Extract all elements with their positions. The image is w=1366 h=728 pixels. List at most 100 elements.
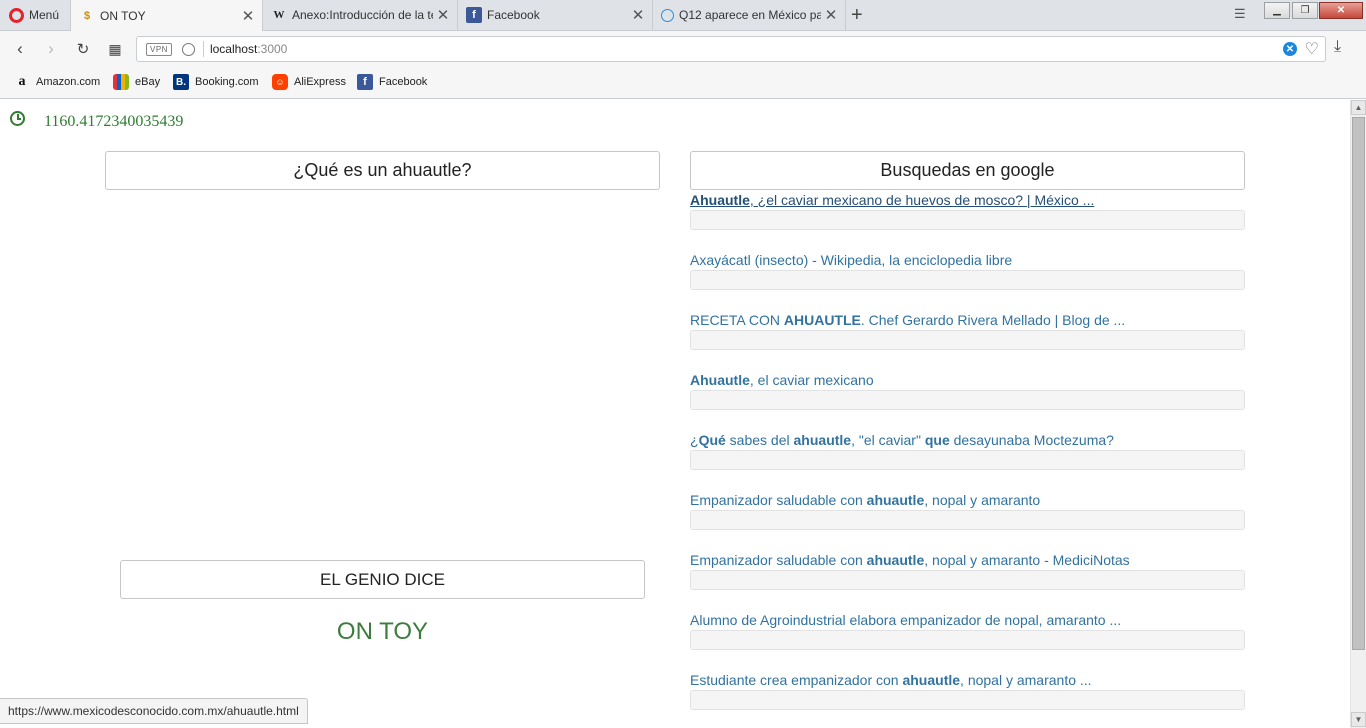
tab-title: Facebook xyxy=(487,8,540,22)
question-title-box: ¿Qué es un ahuautle? xyxy=(105,151,660,190)
menu-label: Menú xyxy=(29,8,60,22)
status-url-bar: https://www.mexicodesconocido.com.mx/ahu… xyxy=(0,698,308,724)
navigation-bar: ‹ › ↻ ▦ VPN localhost:3000 0 ✕ ♡ xyxy=(0,31,1366,67)
result-text-segment: , nopal y amaranto ... xyxy=(960,672,1092,688)
search-result-item: Ahuautle, el caviar mexicano xyxy=(690,372,1245,432)
close-window-button[interactable]: ✕ xyxy=(1319,2,1363,19)
scroll-thumb[interactable] xyxy=(1352,117,1365,650)
result-text-segment: Ahuautle xyxy=(690,372,750,388)
result-text-segment: Empanizador saludable con xyxy=(690,552,867,568)
bookmark-facebook[interactable]: f Facebook xyxy=(357,74,427,90)
search-result-link[interactable]: Ahuautle, ¿el caviar mexicano de huevos … xyxy=(690,192,1245,208)
vpn-badge[interactable]: VPN xyxy=(146,42,172,56)
minimize-button[interactable]: ▁ xyxy=(1264,2,1290,19)
question-title: ¿Qué es un ahuautle? xyxy=(293,160,472,180)
search-result-item: Empanizador saludable con ahuautle, nopa… xyxy=(690,552,1245,612)
site-info-icon[interactable] xyxy=(181,42,195,56)
bookmark-label: Booking.com xyxy=(195,76,259,88)
close-tab-icon[interactable]: ✕ xyxy=(628,6,648,24)
back-button[interactable]: ‹ xyxy=(9,38,31,60)
search-result-item: Alumno de Agroindustrial elabora empaniz… xyxy=(690,612,1245,672)
address-bar[interactable]: VPN localhost:3000 0 ✕ ♡ xyxy=(136,36,1326,62)
result-text-segment: . Chef Gerardo Rivera Mellado | Blog de … xyxy=(860,312,1126,328)
scroll-down-icon[interactable]: ▼ xyxy=(1351,712,1366,727)
search-result-link[interactable]: Ahuautle, el caviar mexicano xyxy=(690,372,1245,388)
facebook-icon: f xyxy=(357,74,373,90)
result-text-segment: , "el caviar" xyxy=(851,432,925,448)
result-text-segment: , nopal y amaranto xyxy=(924,492,1041,508)
ebay-icon xyxy=(113,74,129,90)
result-text-segment: que xyxy=(924,432,950,448)
search-result-link[interactable]: Alumno de Agroindustrial elabora empaniz… xyxy=(690,612,1245,628)
status-url: https://www.mexicodesconocido.com.mx/ahu… xyxy=(8,704,299,718)
result-text-segment: RECETA CON xyxy=(690,312,784,328)
bookmark-aliexpress[interactable]: ☺ AliExpress xyxy=(272,74,346,90)
timer: 1160.4172340035439 xyxy=(10,110,183,131)
url-separator xyxy=(202,41,204,57)
opera-menu-button[interactable]: Menú xyxy=(0,0,70,30)
money-bag-icon: $ xyxy=(83,9,91,22)
bookmark-label: eBay xyxy=(135,76,161,88)
search-result-item: Axayácatl (insecto) - Wikipedia, la enci… xyxy=(690,252,1245,312)
bookmark-label: Facebook xyxy=(379,76,428,88)
result-snippet-bar xyxy=(690,210,1245,230)
forward-button[interactable]: › xyxy=(40,38,62,60)
tab-facebook[interactable]: f Facebook ✕ xyxy=(458,0,653,30)
bookmark-booking[interactable]: B. Booking.com xyxy=(173,74,259,90)
result-text-segment: Estudiante crea empanizador con xyxy=(690,672,903,688)
search-result-item: Empanizador saludable con ahuautle, nopa… xyxy=(690,492,1245,552)
download-icon[interactable]: ⤓ xyxy=(1334,38,1341,56)
vertical-scrollbar[interactable]: ▲ ▼ xyxy=(1350,100,1366,728)
bookmark-ebay[interactable]: eBay xyxy=(113,74,160,90)
bookmarks-bar: a Amazon.com eBay B. Booking.com ☺ AliEx… xyxy=(0,67,1366,99)
result-text-segment: ahuautle xyxy=(866,552,925,568)
result-text-segment: , ¿el caviar mexicano de huevos de mosco… xyxy=(749,192,1095,208)
tab-wikipedia[interactable]: W Anexo:Introducción de la telev ✕ xyxy=(263,0,458,30)
clock-icon xyxy=(10,111,25,126)
result-text-segment: Axayácatl (insecto) - Wikipedia, la enci… xyxy=(690,252,1013,268)
url-host[interactable]: localhost xyxy=(210,42,257,56)
opera-logo-icon xyxy=(9,7,24,23)
close-tab-icon[interactable]: ✕ xyxy=(821,6,841,24)
result-text-segment: desayunaba Moctezuma? xyxy=(949,432,1114,448)
close-tab-icon[interactable]: ✕ xyxy=(238,7,258,25)
aliexpress-icon: ☺ xyxy=(272,74,288,90)
search-result-item: Estudiante crea empanizador con ahuautle… xyxy=(690,672,1245,728)
result-text-segment: , el caviar mexicano xyxy=(749,372,874,388)
new-tab-button[interactable]: + xyxy=(851,4,863,27)
result-text-segment: AHUAUTLE xyxy=(783,312,861,328)
result-text-segment: Ahuautle xyxy=(690,192,750,208)
tab-q12[interactable]: Q12 aparece en México para ✕ xyxy=(653,0,846,30)
tab-grid-button[interactable]: ▦ xyxy=(104,38,126,60)
search-result-link[interactable]: RECETA CON AHUAUTLE. Chef Gerardo Rivera… xyxy=(690,312,1245,328)
result-text-segment: Qué xyxy=(698,432,726,448)
search-result-link[interactable]: Empanizador saludable con ahuautle, nopa… xyxy=(690,492,1245,508)
url-port[interactable]: :3000 xyxy=(257,42,287,56)
result-snippet-bar xyxy=(690,270,1245,290)
close-tab-icon[interactable]: ✕ xyxy=(433,6,453,24)
result-text-segment: ahuautle xyxy=(793,432,852,448)
search-result-link[interactable]: Estudiante crea empanizador con ahuautle… xyxy=(690,672,1245,688)
page-viewport: 1160.4172340035439 ¿Qué es un ahuautle? … xyxy=(0,100,1350,728)
ad-block-icon[interactable]: ✕ xyxy=(1283,42,1297,56)
bookmark-heart-icon[interactable]: ♡ xyxy=(1305,39,1319,59)
tab-menu-icon[interactable]: ☰ xyxy=(1234,6,1246,22)
result-text-segment: Empanizador saludable con xyxy=(690,492,867,508)
result-snippet-bar xyxy=(690,450,1245,470)
search-result-link[interactable]: Empanizador saludable con ahuautle, nopa… xyxy=(690,552,1245,568)
search-result-link[interactable]: ¿Qué sabes del ahuautle, "el caviar" que… xyxy=(690,432,1245,448)
tab-title: Anexo:Introducción de la telev xyxy=(292,8,433,22)
tab-strip: Menú $ ON TOY ✕ W Anexo:Introducción de … xyxy=(0,0,1366,31)
search-result-link[interactable]: Axayácatl (insecto) - Wikipedia, la enci… xyxy=(690,252,1245,268)
scroll-up-icon[interactable]: ▲ xyxy=(1351,100,1366,115)
tab-on-toy[interactable]: $ ON TOY ✕ xyxy=(70,0,263,31)
globe-icon xyxy=(661,8,674,22)
maximize-button[interactable]: ❐ xyxy=(1292,2,1318,19)
bookmark-amazon[interactable]: a Amazon.com xyxy=(14,74,101,90)
reload-button[interactable]: ↻ xyxy=(72,38,94,60)
search-result-item: RECETA CON AHUAUTLE. Chef Gerardo Rivera… xyxy=(690,312,1245,372)
tab-title: ON TOY xyxy=(100,8,146,23)
search-title: Busquedas en google xyxy=(880,160,1055,180)
genio-answer: ON TOY xyxy=(336,618,429,645)
timer-value: 1160.4172340035439 xyxy=(44,113,184,130)
